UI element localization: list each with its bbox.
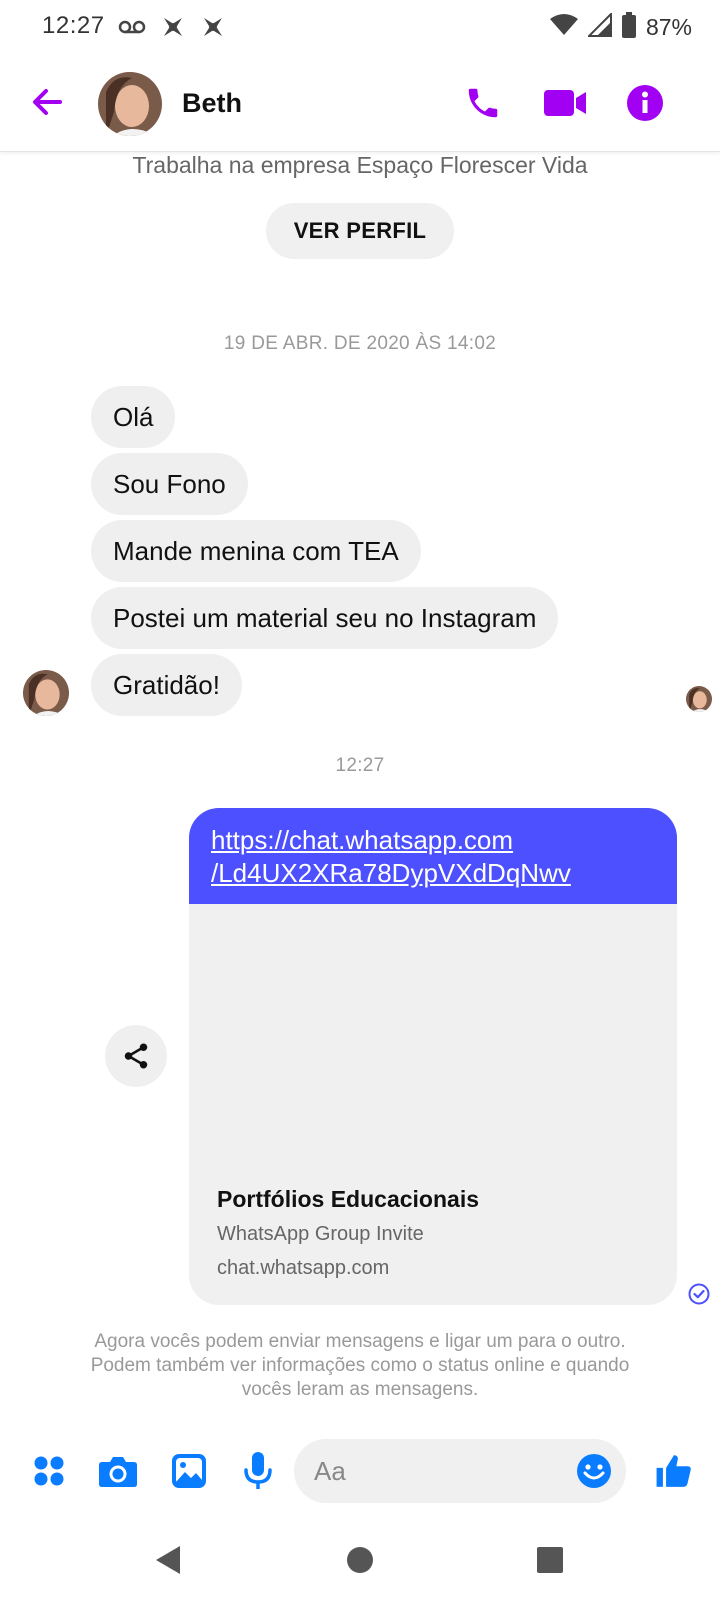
- message-composer: [0, 1430, 720, 1510]
- contact-work-info: Trabalha na empresa Espaço Florescer Vid…: [132, 152, 588, 178]
- incoming-message[interactable]: Olá: [91, 386, 176, 448]
- info-icon: [627, 85, 663, 121]
- contact-name[interactable]: Beth: [182, 88, 242, 119]
- link-url-area[interactable]: https://chat.whatsapp.com /Ld4UX2XRa78Dy…: [189, 808, 677, 904]
- view-profile-button[interactable]: VER PERFIL: [266, 203, 454, 259]
- phone-icon: [468, 88, 498, 118]
- gallery-button[interactable]: [168, 1450, 210, 1492]
- link-preview-title: Portfólios Educacionais: [217, 1186, 479, 1212]
- delivered-check-icon: [688, 1283, 710, 1305]
- message-input-container: [294, 1439, 626, 1503]
- sender-avatar[interactable]: [23, 670, 69, 716]
- back-triangle-icon: [156, 1546, 180, 1574]
- app-notification-icon: [160, 14, 186, 45]
- link-url-line-1[interactable]: https://chat.whatsapp.com: [211, 824, 655, 857]
- message-timestamp: 12:27: [335, 755, 385, 776]
- microphone-icon: [244, 1452, 272, 1489]
- camera-button[interactable]: [97, 1450, 139, 1492]
- battery-percentage: 87%: [645, 14, 692, 40]
- nav-recents-button[interactable]: [530, 1540, 570, 1580]
- signal-icon: [586, 11, 612, 42]
- info-button[interactable]: [620, 78, 670, 128]
- privacy-notice: Agora vocês podem enviar mensagens e lig…: [90, 1331, 630, 1400]
- home-circle-icon: [347, 1547, 373, 1573]
- wifi-icon: [549, 14, 578, 41]
- message-timestamp: 19 DE ABR. DE 2020 ÀS 14:02: [223, 333, 497, 354]
- share-icon: [124, 1043, 148, 1069]
- link-preview-description: WhatsApp Group Invite: [217, 1223, 424, 1245]
- microphone-button[interactable]: [237, 1450, 279, 1492]
- like-button[interactable]: [653, 1450, 695, 1492]
- incoming-message[interactable]: Sou Fono: [91, 453, 248, 515]
- system-navigation-bar: [0, 1520, 720, 1600]
- emoji-icon: [577, 1454, 611, 1488]
- seen-avatar: [686, 686, 712, 712]
- nav-home-button[interactable]: [340, 1540, 380, 1580]
- app-notification-icon: [200, 14, 226, 45]
- conversation-header: Beth: [0, 56, 720, 152]
- incoming-message[interactable]: Postei um material seu no Instagram: [91, 587, 559, 649]
- share-button[interactable]: [105, 1025, 167, 1087]
- back-button[interactable]: [28, 82, 68, 122]
- apps-icon: [34, 1456, 64, 1486]
- status-time: 12:27: [42, 12, 105, 39]
- video-call-button[interactable]: [540, 78, 590, 128]
- thumbs-up-icon: [656, 1455, 691, 1487]
- call-button[interactable]: [458, 78, 508, 128]
- status-bar: 12:27 87%: [0, 0, 720, 56]
- back-icon: [33, 89, 62, 115]
- link-preview-domain: chat.whatsapp.com: [217, 1257, 390, 1279]
- message-input[interactable]: [314, 1439, 564, 1503]
- battery-icon: [621, 12, 636, 43]
- emoji-button[interactable]: [576, 1453, 612, 1489]
- gallery-icon: [172, 1454, 206, 1488]
- voicemail-icon: [118, 19, 146, 40]
- incoming-message[interactable]: Gratidão!: [91, 654, 242, 716]
- video-icon: [544, 90, 586, 116]
- link-url-line-2[interactable]: /Ld4UX2XRa78DypVXdDqNwv: [211, 857, 655, 890]
- apps-button[interactable]: [28, 1450, 70, 1492]
- recents-square-icon: [537, 1547, 563, 1573]
- camera-icon: [99, 1457, 137, 1487]
- incoming-message[interactable]: Mande menina com TEA: [91, 520, 421, 582]
- outgoing-link-message[interactable]: https://chat.whatsapp.com /Ld4UX2XRa78Dy…: [189, 808, 677, 1305]
- contact-avatar[interactable]: [98, 72, 162, 136]
- nav-back-button[interactable]: [148, 1540, 188, 1580]
